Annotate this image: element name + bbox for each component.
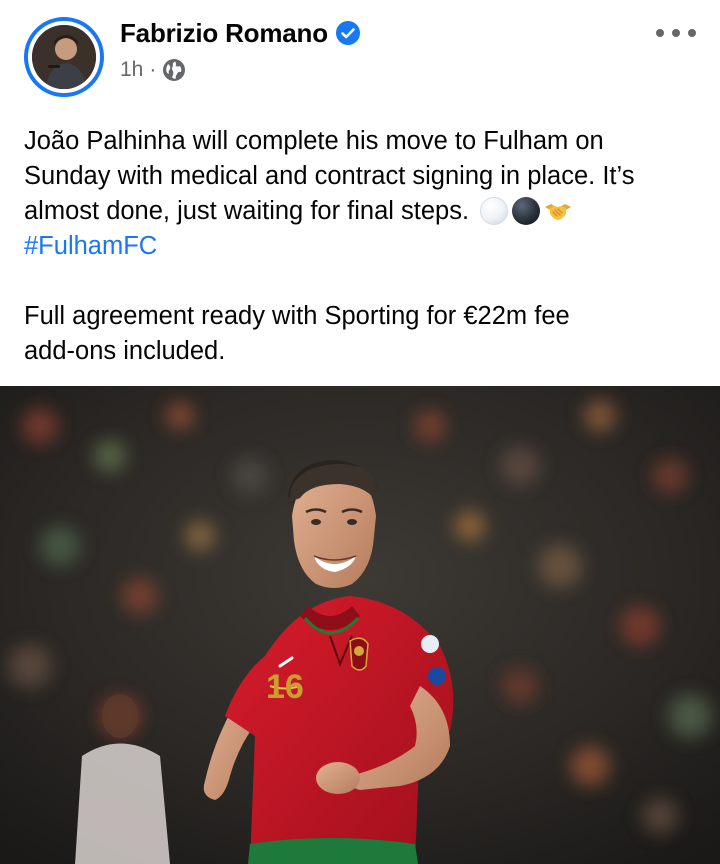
author-avatar[interactable] bbox=[24, 17, 104, 97]
verified-badge-icon bbox=[335, 21, 360, 45]
more-options-button[interactable] bbox=[656, 20, 696, 46]
post-meta: 1h · bbox=[120, 56, 186, 84]
post-text-line: almost done, just waiting for final step… bbox=[24, 194, 696, 229]
post-text-line: Full agreement ready with Sporting for €… bbox=[24, 302, 570, 330]
handshake-emoji-icon bbox=[544, 197, 572, 225]
post-text-line: Sunday with medical and contract signing… bbox=[24, 162, 635, 190]
post-header: Fabrizio Romano 1h · bbox=[0, 0, 720, 104]
author-row: Fabrizio Romano bbox=[120, 14, 360, 52]
post-photo[interactable]: 16 bbox=[0, 386, 720, 864]
more-dot-icon bbox=[656, 29, 664, 37]
football-player-photo: 16 bbox=[0, 386, 720, 864]
meta-separator: · bbox=[149, 58, 157, 81]
black-circle-emoji-icon bbox=[512, 197, 541, 225]
jersey-number: 16 bbox=[266, 668, 304, 706]
author-name[interactable]: Fabrizio Romano bbox=[120, 18, 328, 49]
white-circle-emoji-icon bbox=[480, 197, 509, 225]
globe-icon[interactable] bbox=[162, 58, 186, 82]
avatar-person-icon bbox=[32, 25, 96, 89]
post-card: Fabrizio Romano 1h · João Palhinha will … bbox=[0, 0, 720, 864]
post-text-fragment: almost done, just waiting for final step… bbox=[24, 197, 470, 225]
post-text-line: #FulhamFC bbox=[24, 229, 696, 264]
post-text: João Palhinha will complete his move to … bbox=[24, 124, 696, 369]
post-text-line: add-ons included. bbox=[24, 337, 226, 365]
hashtag-link[interactable]: #FulhamFC bbox=[24, 232, 157, 260]
more-dot-icon bbox=[672, 29, 680, 37]
post-text-line: João Palhinha will complete his move to … bbox=[24, 127, 604, 155]
post-timestamp[interactable]: 1h bbox=[120, 58, 143, 82]
avatar-photo bbox=[32, 25, 96, 89]
more-dot-icon bbox=[688, 29, 696, 37]
